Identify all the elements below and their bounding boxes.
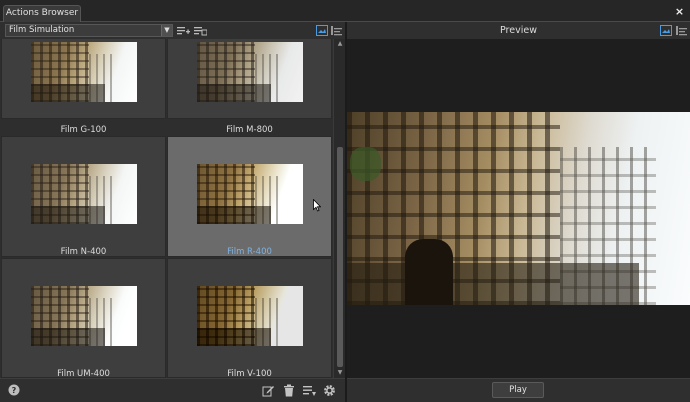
list-view-icon[interactable] bbox=[676, 25, 689, 36]
browser-toolbar: Film Simulation ▼ bbox=[0, 22, 345, 39]
action-item-label: Film UM-400 bbox=[57, 369, 110, 378]
action-item-film-um-400[interactable]: Film UM-400 bbox=[1, 258, 166, 378]
action-item-film-n-400[interactable]: Film N-400 bbox=[1, 136, 166, 257]
thumbnail-image bbox=[31, 42, 137, 102]
action-item-label: Film R-400 bbox=[227, 247, 272, 257]
action-item-film-m-800[interactable]: Film M-800 bbox=[167, 39, 332, 135]
action-item-film-g-100[interactable]: Film G-100 bbox=[1, 39, 166, 135]
category-dropdown-value: Film Simulation bbox=[9, 25, 75, 35]
thumbnail-view-icon[interactable] bbox=[316, 25, 329, 36]
delete-icon[interactable] bbox=[283, 384, 296, 397]
chevron-down-icon[interactable]: ▼ bbox=[161, 25, 172, 36]
preview-canvas bbox=[347, 39, 690, 378]
help-icon[interactable]: ? bbox=[8, 384, 21, 397]
preview-title: Preview bbox=[500, 25, 537, 36]
tab-bar: Actions Browser × bbox=[0, 0, 690, 22]
action-item-film-r-400[interactable]: Film R-400 bbox=[167, 136, 332, 257]
action-item-label: Film V-100 bbox=[227, 369, 272, 378]
scrollbar-thumb[interactable] bbox=[337, 147, 343, 367]
thumbnail-image bbox=[197, 42, 303, 102]
thumbnail-image bbox=[197, 286, 303, 346]
actions-grid: Film G-100 Film M-800 Film N-400 Film R-… bbox=[0, 39, 333, 378]
edit-icon[interactable] bbox=[262, 384, 275, 397]
preview-image bbox=[347, 112, 690, 305]
thumbnail-image bbox=[31, 286, 137, 346]
play-button[interactable]: Play bbox=[492, 382, 544, 398]
list-view-icon[interactable] bbox=[331, 25, 344, 36]
gear-icon[interactable] bbox=[323, 384, 336, 397]
grid-scrollbar[interactable]: ▲ ▼ bbox=[333, 39, 345, 378]
mouse-cursor-icon bbox=[313, 199, 321, 212]
action-item-label: Film M-800 bbox=[226, 125, 273, 135]
action-item-label: Film G-100 bbox=[60, 125, 107, 135]
preview-footer: Play bbox=[347, 378, 690, 402]
browser-bottom-bar: ? bbox=[0, 378, 345, 402]
action-item-label: Film N-400 bbox=[60, 247, 107, 257]
action-item-film-v-100[interactable]: Film V-100 bbox=[167, 258, 332, 378]
preview-header: Preview bbox=[347, 22, 690, 39]
svg-text:?: ? bbox=[12, 386, 17, 395]
thumbnail-view-icon[interactable] bbox=[660, 25, 673, 36]
thumbnail-image bbox=[31, 164, 137, 224]
thumbnail-image bbox=[197, 164, 303, 224]
list-settings-icon[interactable] bbox=[303, 384, 316, 397]
close-icon[interactable]: × bbox=[674, 6, 685, 17]
tab-actions-browser[interactable]: Actions Browser bbox=[3, 5, 81, 22]
add-action-icon[interactable] bbox=[177, 25, 190, 36]
manage-list-icon[interactable] bbox=[194, 25, 207, 36]
category-dropdown[interactable]: Film Simulation ▼ bbox=[5, 24, 173, 37]
